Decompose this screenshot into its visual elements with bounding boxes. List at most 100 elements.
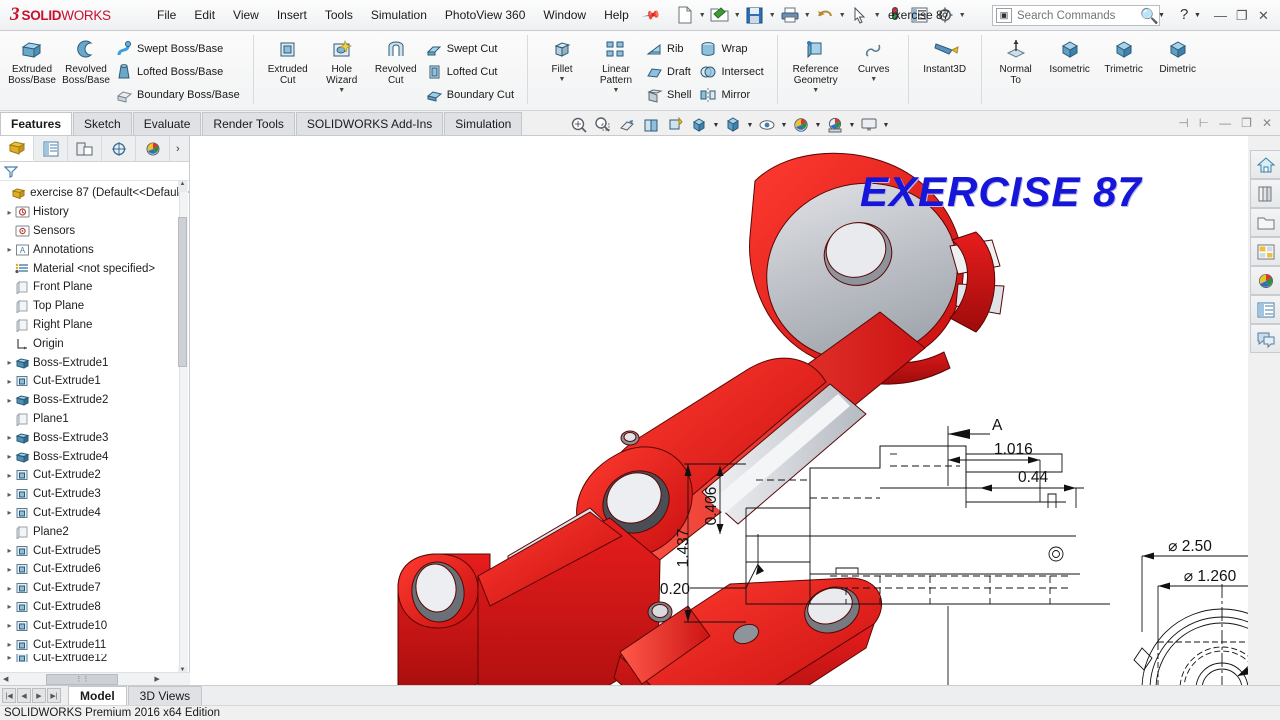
tree-item-origin[interactable]: Origin — [0, 334, 189, 353]
appearances-scenes-icon[interactable] — [1250, 266, 1280, 295]
close-icon[interactable]: ✕ — [1258, 8, 1269, 24]
menu-tools[interactable]: Tools — [316, 5, 362, 25]
previous-view-icon[interactable] — [616, 115, 638, 135]
expand-arrow-icon[interactable]: ▸ — [4, 471, 15, 480]
chevron-down-icon[interactable]: ▼ — [814, 122, 822, 129]
extruded-cut-button[interactable]: Extruded Cut — [261, 35, 315, 86]
display-manager-tab[interactable] — [136, 136, 170, 161]
chevron-down-icon[interactable]: ▼ — [712, 122, 720, 129]
search-input[interactable] — [1017, 9, 1127, 22]
tree-horizontal-scrollbar[interactable]: ◀ ⋮⋮ ▶ — [0, 672, 190, 685]
swept-cut-button[interactable]: Swept Cut — [423, 37, 520, 60]
tree-root-item[interactable]: exercise 87 (Default<<Default> — [0, 184, 189, 203]
chevron-down-icon[interactable]: ▼ — [768, 12, 777, 19]
tree-item-boss-extrude3[interactable]: ▸ Boss-Extrude3 — [0, 428, 189, 447]
chevron-down-icon[interactable]: ▼ — [838, 12, 847, 19]
feature-manager-tab[interactable] — [0, 136, 34, 161]
select-arrow-icon[interactable] — [848, 4, 872, 26]
chevron-down-icon[interactable]: ▼ — [848, 122, 856, 129]
more-tabs-chevron-icon[interactable]: › — [170, 143, 180, 155]
draft-button[interactable]: Draft — [643, 60, 697, 83]
chevron-down-icon[interactable]: ▼ — [882, 122, 890, 129]
tree-item-cut-extrude3[interactable]: ▸ Cut-Extrude3 — [0, 485, 189, 504]
home-icon[interactable] — [1250, 150, 1280, 179]
tab-solidworks-add-ins[interactable]: SOLIDWORKS Add-Ins — [295, 112, 444, 135]
lofted-cut-button[interactable]: Lofted Cut — [423, 60, 520, 83]
pushpin-icon[interactable]: 📌 — [641, 5, 661, 25]
next-tab-icon[interactable]: ▶ — [32, 688, 46, 703]
tree-item-material[interactable]: Material <not specified> — [0, 259, 189, 278]
menu-photoview360[interactable]: PhotoView 360 — [436, 5, 535, 25]
expand-arrow-icon[interactable]: ▸ — [4, 584, 15, 593]
revolved-cut-button[interactable]: Revolved Cut — [369, 35, 423, 86]
configuration-manager-tab[interactable] — [68, 136, 102, 161]
tab-evaluate[interactable]: Evaluate — [132, 112, 202, 135]
new-document-icon[interactable] — [673, 4, 697, 26]
linear-pattern-button[interactable]: Linear Pattern ▼ — [589, 35, 643, 94]
edit-appearance-icon[interactable] — [790, 115, 812, 135]
expand-arrow-icon[interactable]: ▸ — [4, 602, 15, 611]
tree-item-cut-extrude12[interactable]: ▸ Cut-Extrude12 — [0, 653, 189, 662]
normal-to-button[interactable]: Normal To — [989, 35, 1043, 86]
previous-tab-icon[interactable]: ◀ — [17, 688, 31, 703]
tree-item-boss-extrude1[interactable]: ▸ Boss-Extrude1 — [0, 353, 189, 372]
chevron-down-icon[interactable]: ▼ — [780, 122, 788, 129]
hole-wizard-button[interactable]: Hole Wizard ▼ — [315, 35, 369, 94]
instant3d-button[interactable]: Instant3D — [916, 35, 974, 75]
search-commands-box[interactable]: ▣ — [992, 5, 1160, 26]
chevron-down-icon[interactable]: ▼ — [613, 87, 620, 94]
tree-item-cut-extrude11[interactable]: ▸ Cut-Extrude11 — [0, 635, 189, 654]
chevron-down-icon[interactable]: ▼ — [1194, 12, 1201, 19]
tree-item-sensors[interactable]: Sensors — [0, 222, 189, 241]
expand-arrow-icon[interactable]: ▸ — [4, 640, 15, 649]
maximize-icon[interactable]: ❐ — [1236, 8, 1248, 24]
extruded-boss-base-button[interactable]: Extruded Boss/Base — [5, 35, 59, 86]
feature-filter-row[interactable] — [0, 162, 189, 181]
view-orientation-icon[interactable] — [664, 115, 686, 135]
chevron-down-icon[interactable]: ▼ — [559, 76, 566, 83]
curves-button[interactable]: Curves ▼ — [847, 35, 901, 83]
restore-right-icon[interactable]: ⊢ — [1199, 116, 1209, 130]
expand-arrow-icon[interactable]: ▸ — [4, 358, 15, 367]
wrap-button[interactable]: Wrap — [697, 37, 769, 60]
tab-sketch[interactable]: Sketch — [73, 112, 132, 135]
scrollbar-thumb[interactable]: ⋮⋮ — [46, 673, 119, 685]
design-library-icon[interactable] — [1250, 179, 1280, 208]
chevron-down-icon[interactable]: ▼ — [873, 12, 882, 19]
chevron-down-icon[interactable]: ▼ — [812, 87, 819, 94]
hide-show-items-icon[interactable] — [756, 115, 778, 135]
tree-item-cut-extrude6[interactable]: ▸ Cut-Extrude6 — [0, 560, 189, 579]
zoom-to-area-icon[interactable] — [592, 115, 614, 135]
scrollbar-thumb[interactable] — [178, 217, 187, 367]
chevron-down-icon[interactable]: ▼ — [870, 76, 877, 83]
revolved-boss-base-button[interactable]: Revolved Boss/Base — [59, 35, 113, 86]
open-folder-icon[interactable] — [708, 4, 732, 26]
tree-item-boss-extrude4[interactable]: ▸ Boss-Extrude4 — [0, 447, 189, 466]
display-style-icon[interactable] — [688, 115, 710, 135]
menu-help[interactable]: Help — [595, 5, 638, 25]
close-icon[interactable]: ✕ — [1262, 116, 1272, 130]
expand-arrow-icon[interactable]: ▸ — [4, 433, 15, 442]
tab-model[interactable]: Model — [68, 686, 127, 705]
minimize-icon[interactable]: — — [1219, 116, 1231, 130]
tab-3d-views[interactable]: 3D Views — [127, 686, 203, 705]
zoom-to-fit-icon[interactable] — [568, 115, 590, 135]
tree-item-annotations[interactable]: ▸ A Annotations — [0, 240, 189, 259]
help-button[interactable]: ? — [1180, 6, 1188, 23]
restore-left-icon[interactable]: ⊣ — [1178, 116, 1188, 130]
expand-arrow-icon[interactable]: ▸ — [4, 452, 15, 461]
search-icon[interactable]: 🔍 — [1140, 7, 1159, 25]
fillet-button[interactable]: Fillet ▼ — [535, 35, 589, 83]
swept-boss-base-button[interactable]: Swept Boss/Base — [113, 37, 246, 60]
chevron-down-icon[interactable]: ▼ — [803, 12, 812, 19]
isometric-button[interactable]: Isometric — [1043, 35, 1097, 75]
menu-view[interactable]: View — [224, 5, 268, 25]
tree-item-cut-extrude4[interactable]: ▸ Cut-Extrude4 — [0, 504, 189, 523]
tree-vertical-scrollbar[interactable]: ▲ ▼ — [178, 181, 188, 678]
tab-simulation[interactable]: Simulation — [444, 112, 523, 135]
dimxpert-manager-tab[interactable] — [102, 136, 136, 161]
expand-arrow-icon[interactable]: ▸ — [4, 377, 15, 386]
undo-icon[interactable] — [813, 4, 837, 26]
chevron-down-icon[interactable]: ▼ — [733, 12, 742, 19]
display-style-2-icon[interactable] — [722, 115, 744, 135]
